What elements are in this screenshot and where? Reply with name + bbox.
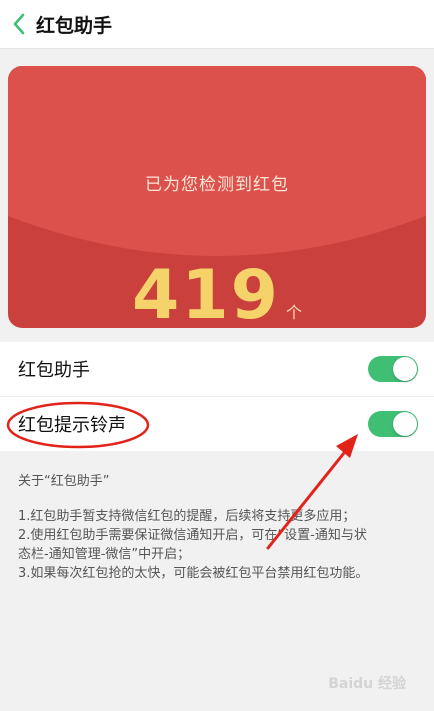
annotation-ellipse [6, 401, 150, 449]
annotation-arrow-shaft [266, 446, 350, 550]
annotation-overlay [6, 401, 358, 550]
annotation-arrow-head [336, 434, 358, 458]
watermark: Baidu 经验 [328, 676, 406, 692]
